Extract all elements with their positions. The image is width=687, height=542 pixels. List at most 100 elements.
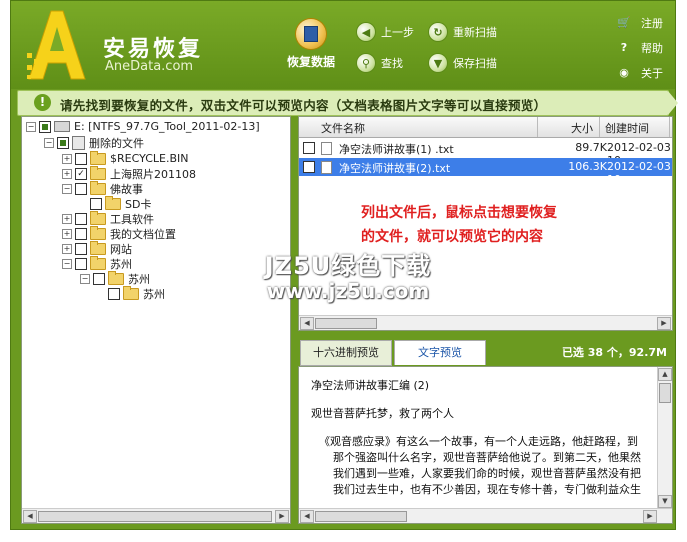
notice-text: 请先找到要恢复的文件，双击文件可以预览内容（文档表格图片文字等可以直接预览）	[60, 98, 547, 113]
file-row-selected[interactable]: 净空法师讲故事(2).txt 106.3K 2012-02-03 10	[299, 158, 672, 186]
logo-a-icon	[27, 10, 86, 80]
annotation-text: 列出文件后，鼠标点击想要恢复 的文件，就可以预览它的内容	[361, 201, 557, 249]
tree-label: 苏州	[128, 272, 150, 286]
file-checkbox[interactable]	[303, 161, 315, 173]
folder-tree[interactable]: − E: [NTFS_97.7G_Tool_2011-02-13] − 删除的文…	[21, 116, 291, 524]
folder-icon	[90, 210, 106, 225]
scroll-left-icon[interactable]: ◀	[300, 510, 314, 523]
tree-item-site[interactable]: + 网站	[62, 240, 132, 256]
text-preview-panel[interactable]: 净空法师讲故事汇编 (2) 观世音菩萨托梦，救了两个人 《观音感应录》有这么一个…	[298, 366, 673, 524]
preview-tabbar: 十六进制预览 文字预览 已选 38 个，92.7M	[298, 338, 673, 366]
about-button[interactable]: ◉ 关于	[617, 65, 663, 81]
expand-icon[interactable]: +	[62, 168, 72, 179]
tree-checkbox[interactable]	[75, 242, 87, 255]
scroll-right-icon[interactable]: ▶	[275, 510, 289, 523]
tree-item-tools[interactable]: + 工具软件	[62, 210, 154, 226]
tree-item-deleted[interactable]: − 删除的文件	[44, 135, 144, 150]
tab-text-preview[interactable]: 文字预览	[394, 340, 486, 365]
notice-arrow	[668, 91, 678, 115]
register-button[interactable]: 🛒 注册	[617, 15, 663, 31]
collapse-icon[interactable]: −	[62, 183, 72, 194]
notice-bar: ! 请先找到要恢复的文件，双击文件可以预览内容（文档表格图片文字等可以直接预览）	[17, 90, 678, 116]
column-divider[interactable]	[669, 117, 670, 137]
scroll-left-icon[interactable]: ◀	[300, 317, 314, 330]
folder-icon	[90, 240, 106, 255]
file-list-horizontal-scrollbar[interactable]: ◀ ▶	[299, 315, 672, 330]
file-row[interactable]: 净空法师讲故事(1) .txt 89.7K 2012-02-03 10	[299, 139, 672, 167]
tree-item-suzhou[interactable]: − 苏州	[62, 255, 132, 271]
column-header-name[interactable]: 文件名称	[321, 120, 365, 136]
tree-checkbox[interactable]: ✓	[75, 167, 87, 180]
tree-label: 上海照片201108	[110, 167, 196, 181]
tree-checkbox[interactable]	[75, 227, 87, 240]
tree-checkbox[interactable]	[108, 287, 120, 300]
file-checkbox[interactable]	[303, 142, 315, 154]
tree-checkbox[interactable]	[75, 257, 87, 270]
expand-icon[interactable]: +	[62, 243, 72, 254]
find-label: 查找	[381, 57, 403, 70]
recover-data-button[interactable]: 恢复数据	[279, 19, 343, 70]
annotation-line-1: 列出文件后，鼠标点击想要恢复	[361, 205, 557, 221]
column-header-size[interactable]: 大小	[571, 120, 593, 136]
scroll-thumb[interactable]	[38, 511, 272, 522]
find-button[interactable]: ⚲ 查找	[357, 54, 403, 72]
expand-icon[interactable]: +	[62, 213, 72, 224]
tree-checkbox[interactable]	[90, 197, 102, 210]
tree-item-buddha[interactable]: − 佛故事	[62, 180, 143, 196]
rescan-button[interactable]: ↻ 重新扫描	[429, 23, 497, 41]
collapse-icon[interactable]: −	[62, 258, 72, 269]
main-frame: 安易恢复 AneData.com 恢复数据 ◀ 上一步 ↻ 重新扫描 ⚲ 查找 …	[10, 0, 678, 530]
collapse-icon[interactable]: −	[26, 121, 36, 132]
tree-item-photos[interactable]: + ✓ 上海照片201108	[62, 165, 196, 181]
tab-hex-preview[interactable]: 十六进制预览	[300, 340, 392, 366]
back-button[interactable]: ◀ 上一步	[357, 23, 414, 41]
collapse-icon[interactable]: −	[80, 273, 90, 284]
folder-icon	[105, 195, 121, 210]
scroll-left-icon[interactable]: ◀	[23, 510, 37, 523]
tree-label: 佛故事	[110, 182, 143, 196]
file-list[interactable]: 文件名称 大小 创建时间 净空法师讲故事(1) .txt 89.7K 2012-…	[298, 116, 673, 331]
tree-item-mydocs[interactable]: + 我的文档位置	[62, 225, 176, 241]
scroll-right-icon[interactable]: ▶	[643, 510, 657, 523]
app-window: 安易恢复 AneData.com 恢复数据 ◀ 上一步 ↻ 重新扫描 ⚲ 查找 …	[0, 0, 687, 542]
save-scan-label: 保存扫描	[453, 57, 497, 70]
preview-line: 《观音感应录》有这么一个故事，有一个人走远路，他赶路程，到	[319, 435, 638, 448]
tree-label: 删除的文件	[89, 136, 144, 150]
tree-label: SD卡	[125, 197, 152, 211]
tree-item-suzhou-3[interactable]: 苏州	[108, 285, 165, 301]
tree-checkbox[interactable]	[39, 120, 51, 133]
refresh-icon: ↻	[429, 23, 447, 41]
tree-item-root[interactable]: − E: [NTFS_97.7G_Tool_2011-02-13]	[26, 119, 260, 134]
arrow-down-icon: ▼	[429, 54, 447, 72]
column-divider[interactable]	[537, 117, 538, 137]
expand-icon[interactable]: +	[62, 228, 72, 239]
register-label: 注册	[641, 17, 663, 30]
tree-item-recycle[interactable]: + $RECYCLE.BIN	[62, 150, 188, 166]
drive-icon	[54, 121, 70, 132]
tree-checkbox[interactable]	[75, 212, 87, 225]
save-scan-button[interactable]: ▼ 保存扫描	[429, 54, 497, 72]
preview-vertical-scrollbar[interactable]: ▲ ▼	[657, 367, 672, 509]
column-header-time[interactable]: 创建时间	[605, 120, 649, 136]
tree-label: 工具软件	[110, 212, 154, 226]
scroll-thumb[interactable]	[659, 383, 671, 403]
scroll-up-icon[interactable]: ▲	[658, 368, 672, 381]
tree-checkbox[interactable]	[75, 152, 87, 165]
column-divider[interactable]	[599, 117, 600, 137]
tree-item-sd[interactable]: SD卡	[90, 195, 152, 211]
scroll-thumb[interactable]	[315, 511, 407, 522]
scroll-down-icon[interactable]: ▼	[658, 495, 672, 508]
tree-horizontal-scrollbar[interactable]: ◀ ▶	[22, 508, 290, 523]
expand-icon[interactable]: +	[62, 153, 72, 164]
back-label: 上一步	[381, 26, 414, 39]
scroll-thumb[interactable]	[315, 318, 377, 329]
tree-checkbox[interactable]	[57, 136, 69, 149]
tree-checkbox[interactable]	[75, 182, 87, 195]
help-button[interactable]: ? 帮助	[617, 40, 663, 56]
tree-checkbox[interactable]	[93, 272, 105, 285]
rescan-label: 重新扫描	[453, 26, 497, 39]
scroll-right-icon[interactable]: ▶	[657, 317, 671, 330]
tree-item-suzhou-2[interactable]: − 苏州	[80, 270, 150, 286]
collapse-icon[interactable]: −	[44, 137, 54, 148]
preview-horizontal-scrollbar[interactable]: ◀ ▶	[299, 508, 672, 523]
